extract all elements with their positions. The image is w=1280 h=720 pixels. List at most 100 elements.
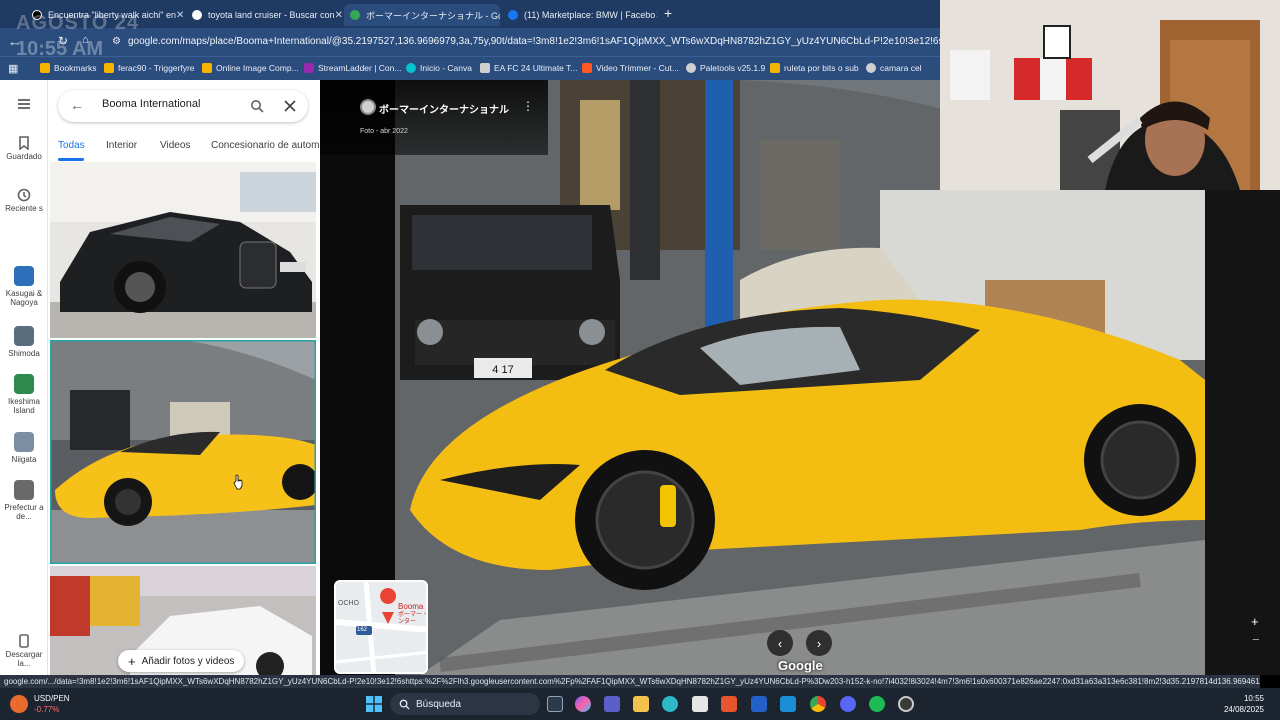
ticker-change: -0.77% — [34, 705, 60, 714]
google-favicon-icon — [192, 10, 202, 20]
recent-place-prefecture[interactable]: Prefectur a de... — [0, 480, 48, 521]
active-tab-indicator — [58, 158, 84, 161]
bookmark-item[interactable]: ruleta por bits o sub — [770, 63, 859, 73]
app-icon[interactable] — [721, 696, 737, 712]
close-tab-icon[interactable]: ✕ — [176, 10, 184, 21]
windows-start-icon[interactable] — [366, 696, 382, 712]
webcam-feed — [940, 0, 1280, 190]
road-number: 162 — [357, 627, 368, 633]
tab-interior[interactable]: Interior — [106, 140, 137, 151]
recent-place-kasugai[interactable]: Kasugai & Nagoya — [0, 266, 48, 307]
clock-time[interactable]: 10:55 — [1232, 694, 1264, 703]
site-info-icon[interactable]: ⚙ — [112, 36, 121, 47]
zoom-out-button[interactable]: − — [1252, 632, 1260, 647]
facebook-favicon-icon — [508, 10, 518, 20]
recents-button[interactable]: Reciente s — [0, 188, 48, 213]
bookmark-item[interactable]: Video Trimmer - Cut... — [582, 63, 679, 73]
back-arrow-icon[interactable]: ← — [70, 97, 84, 113]
browser-tab[interactable]: (11) Marketplace: BMW | Facebo ✕ — [502, 4, 657, 26]
tab-todas[interactable]: Todas — [58, 140, 85, 151]
map-label: Booma — [398, 602, 424, 611]
bookmark-item[interactable]: Paletools v25.1.9 — [686, 63, 765, 73]
camera-icon — [866, 63, 876, 73]
apps-grid-icon[interactable]: ▦ — [8, 62, 18, 75]
next-photo-button[interactable]: › — [806, 630, 832, 656]
teams-icon[interactable] — [604, 696, 620, 712]
edge-icon[interactable] — [662, 696, 678, 712]
chevron-left-icon: ‹ — [777, 635, 783, 651]
bookmark-item[interactable]: camara cel — [866, 63, 922, 73]
windows-taskbar: USD/PEN -0.77% Búsqueda 10:55 24/08/2025 — [0, 688, 1280, 720]
recent-place-niigata[interactable]: Niigata — [0, 432, 48, 464]
close-tab-icon[interactable]: ✕ — [655, 10, 657, 21]
saved-button[interactable]: Guardado — [0, 136, 48, 161]
search-input[interactable] — [102, 98, 242, 110]
mail-icon[interactable] — [751, 696, 767, 712]
browser-tab[interactable]: toyota land cruiser - Buscar con ✕ — [186, 4, 344, 26]
spotify-icon[interactable] — [869, 696, 885, 712]
folder-icon — [104, 63, 114, 73]
bookmark-item[interactable]: Inicio - Canva — [406, 63, 472, 73]
app-icon[interactable] — [780, 696, 796, 712]
discord-icon[interactable] — [840, 696, 856, 712]
ticker-name[interactable]: USD/PEN — [34, 694, 70, 703]
plus-icon: + — [128, 653, 136, 669]
ea-fc-icon — [480, 63, 490, 73]
maps-side-rail: Guardado Reciente s Kasugai & Nagoya Shi… — [0, 80, 48, 675]
place-avatar — [360, 99, 376, 115]
chevron-right-icon: › — [816, 635, 822, 651]
close-tab-icon[interactable]: ✕ — [335, 10, 343, 21]
obs-icon[interactable] — [898, 696, 914, 712]
clock-date[interactable]: 24/08/2025 — [1214, 705, 1264, 714]
tab-videos[interactable]: Videos — [160, 140, 190, 151]
chrome-icon[interactable] — [810, 696, 826, 712]
recent-place-shimoda[interactable]: Shimoda — [0, 326, 48, 358]
mini-map[interactable]: OCHO Booma ボーマー インター 162 — [334, 580, 428, 674]
phone-icon — [19, 634, 29, 648]
store-icon[interactable] — [692, 696, 708, 712]
currency-flag-icon — [10, 695, 28, 713]
video-trimmer-icon — [582, 63, 592, 73]
folder-icon — [202, 63, 212, 73]
taskbar-search[interactable]: Búsqueda — [390, 693, 540, 715]
menu-button[interactable] — [0, 98, 48, 112]
tab-dealer[interactable]: Concesionario de autom — [211, 140, 320, 151]
overlay-date: AGOSTO 24 — [16, 12, 140, 34]
browser-tab-bar: Encuentra "liberty walk aichi" en ✕ toyo… — [0, 0, 940, 28]
bookmark-item[interactable]: ferac90 - Triggerfyre — [104, 63, 195, 73]
photo-date: Foto - abr 2022 — [360, 128, 408, 135]
overlay-time: 10:55 AM — [16, 38, 104, 60]
add-photos-button[interactable]: + Añadir fotos y videos — [118, 650, 245, 672]
place-thumbnail — [14, 480, 34, 500]
search-icon — [399, 699, 410, 710]
place-header-overlay — [320, 80, 548, 155]
photo-thumbnail-selected[interactable] — [50, 340, 316, 564]
file-explorer-icon[interactable] — [633, 696, 649, 712]
history-icon — [17, 188, 31, 202]
bookmark-item[interactable]: Bookmarks — [40, 63, 97, 73]
copilot-icon[interactable] — [575, 696, 591, 712]
close-icon[interactable] — [284, 100, 296, 112]
task-view-icon[interactable] — [547, 696, 563, 712]
bookmark-item[interactable]: Online Image Comp... — [202, 63, 299, 73]
bookmark-item[interactable]: StreamLadder | Con... — [304, 63, 401, 73]
photo-thumbnail[interactable] — [50, 162, 316, 338]
new-tab-button[interactable]: + — [664, 5, 672, 21]
google-watermark: Google — [778, 658, 823, 673]
map-label: ボーマー インター — [398, 612, 428, 625]
more-options-icon[interactable]: ⋮ — [522, 99, 534, 113]
bookmark-item[interactable]: EA FC 24 Ultimate T... — [480, 63, 577, 73]
search-icon[interactable] — [250, 99, 264, 113]
place-name[interactable]: ボーマーインターナショナル — [379, 101, 509, 116]
bookmark-icon — [19, 136, 29, 151]
download-app-button[interactable]: Descargar la... — [0, 634, 48, 668]
mini-map-graphic — [336, 582, 426, 672]
browser-tab-active[interactable]: ボーマーインターナショナル - Google ✕ — [344, 4, 500, 26]
star-icon — [40, 63, 50, 73]
zoom-in-button[interactable]: + — [1251, 614, 1259, 629]
recent-place-ikeshima[interactable]: Ikeshima Island — [0, 374, 48, 415]
browser-toolbar: ← ↻ ⌂ ⚙ google.com/maps/place/Booma+Inte… — [0, 28, 940, 56]
bookmarks-bar: ▦ Bookmarks ferac90 - Triggerfyre Online… — [0, 56, 940, 80]
address-bar[interactable]: google.com/maps/place/Booma+Internationa… — [128, 36, 940, 47]
previous-photo-button[interactable]: ‹ — [767, 630, 793, 656]
